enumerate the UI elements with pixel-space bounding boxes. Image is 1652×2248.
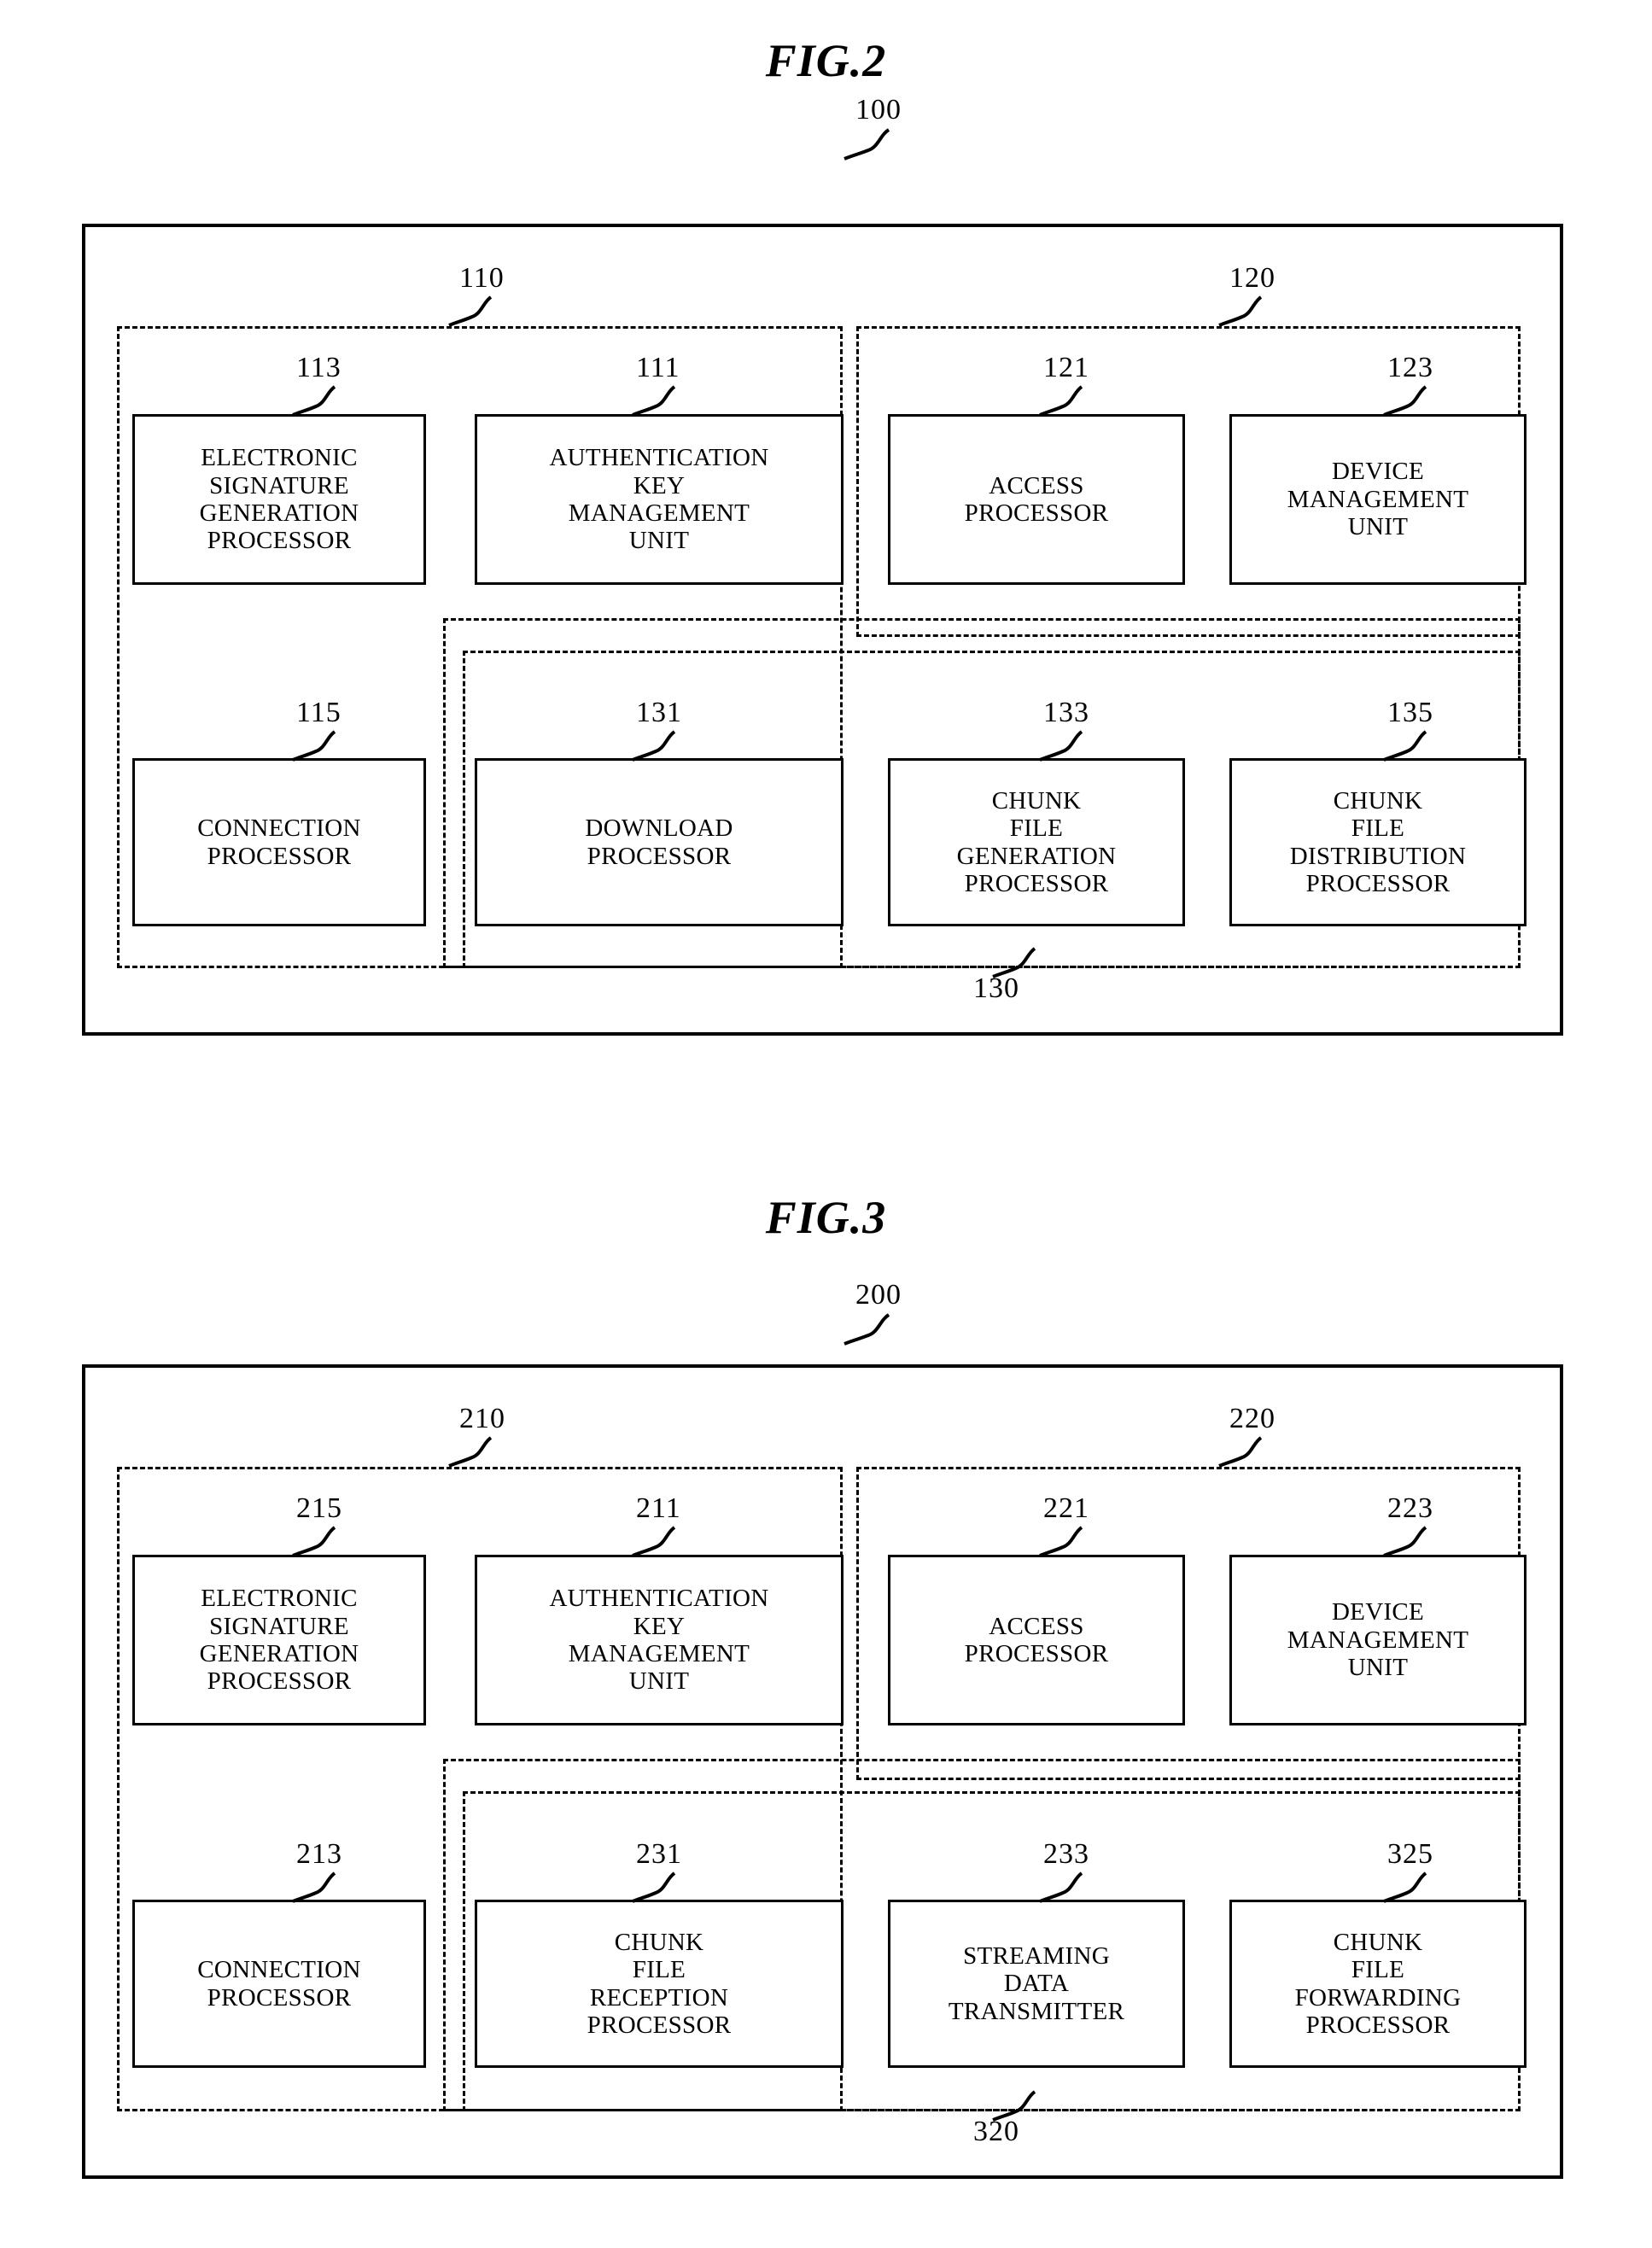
module-221-label: ACCESS PROCESSOR bbox=[964, 1612, 1109, 1667]
module-231-label: CHUNK FILE RECEPTION PROCESSOR bbox=[587, 1928, 732, 2039]
figure-3-title: FIG.3 bbox=[765, 1192, 887, 1243]
module-221[interactable]: ACCESS PROCESSOR bbox=[888, 1555, 1185, 1725]
leader-line-100 bbox=[844, 128, 890, 161]
module-131-label: DOWNLOAD PROCESSOR bbox=[585, 815, 733, 870]
ref-numeral-111: 111 bbox=[636, 352, 680, 383]
leader-line-200 bbox=[844, 1313, 890, 1346]
ref-numeral-223: 223 bbox=[1387, 1492, 1433, 1524]
module-213[interactable]: CONNECTION PROCESSOR bbox=[132, 1900, 426, 2068]
module-123-label: DEVICE MANAGEMENT UNIT bbox=[1287, 458, 1469, 541]
module-233[interactable]: STREAMING DATA TRANSMITTER bbox=[888, 1900, 1185, 2068]
module-121[interactable]: ACCESS PROCESSOR bbox=[888, 414, 1185, 585]
ref-numeral-320: 320 bbox=[973, 2116, 1019, 2147]
module-211[interactable]: AUTHENTICATION KEY MANAGEMENT UNIT bbox=[475, 1555, 844, 1725]
module-133[interactable]: CHUNK FILE GENERATION PROCESSOR bbox=[888, 758, 1185, 926]
ref-numeral-110: 110 bbox=[459, 262, 505, 294]
ref-numeral-133: 133 bbox=[1043, 697, 1089, 728]
module-223[interactable]: DEVICE MANAGEMENT UNIT bbox=[1229, 1555, 1526, 1725]
ref-numeral-233: 233 bbox=[1043, 1838, 1089, 1870]
module-115-label: CONNECTION PROCESSOR bbox=[197, 815, 361, 870]
module-111-label: AUTHENTICATION KEY MANAGEMENT UNIT bbox=[549, 444, 769, 555]
module-135-label: CHUNK FILE DISTRIBUTION PROCESSOR bbox=[1289, 786, 1467, 897]
ref-numeral-130: 130 bbox=[973, 972, 1019, 1004]
ref-numeral-215: 215 bbox=[296, 1492, 342, 1524]
module-233-label: STREAMING DATA TRANSMITTER bbox=[948, 1941, 1125, 2025]
ref-numeral-121: 121 bbox=[1043, 352, 1089, 383]
module-111[interactable]: AUTHENTICATION KEY MANAGEMENT UNIT bbox=[475, 414, 844, 585]
ref-numeral-211: 211 bbox=[636, 1492, 681, 1524]
ref-numeral-123: 123 bbox=[1387, 352, 1433, 383]
ref-numeral-231: 231 bbox=[636, 1838, 682, 1870]
ref-numeral-120: 120 bbox=[1229, 262, 1275, 294]
ref-numeral-113: 113 bbox=[296, 352, 341, 383]
ref-numeral-100: 100 bbox=[855, 94, 902, 126]
module-135[interactable]: CHUNK FILE DISTRIBUTION PROCESSOR bbox=[1229, 758, 1526, 926]
module-211-label: AUTHENTICATION KEY MANAGEMENT UNIT bbox=[549, 1585, 769, 1696]
ref-numeral-131: 131 bbox=[636, 697, 682, 728]
ref-numeral-213: 213 bbox=[296, 1838, 342, 1870]
module-325-label: CHUNK FILE FORWARDING PROCESSOR bbox=[1294, 1928, 1462, 2039]
module-113-label: ELECTRONIC SIGNATURE GENERATION PROCESSO… bbox=[199, 444, 359, 555]
module-131[interactable]: DOWNLOAD PROCESSOR bbox=[475, 758, 844, 926]
ref-numeral-221: 221 bbox=[1043, 1492, 1089, 1524]
figure-2-title: FIG.2 bbox=[765, 35, 887, 86]
ref-numeral-115: 115 bbox=[296, 697, 341, 728]
ref-numeral-220: 220 bbox=[1229, 1403, 1275, 1434]
ref-numeral-325: 325 bbox=[1387, 1838, 1433, 1870]
module-123[interactable]: DEVICE MANAGEMENT UNIT bbox=[1229, 414, 1526, 585]
module-133-label: CHUNK FILE GENERATION PROCESSOR bbox=[956, 786, 1117, 897]
ref-numeral-135: 135 bbox=[1387, 697, 1433, 728]
module-121-label: ACCESS PROCESSOR bbox=[964, 471, 1109, 527]
module-215[interactable]: ELECTRONIC SIGNATURE GENERATION PROCESSO… bbox=[132, 1555, 426, 1725]
module-223-label: DEVICE MANAGEMENT UNIT bbox=[1287, 1598, 1469, 1682]
ref-numeral-210: 210 bbox=[459, 1403, 505, 1434]
module-215-label: ELECTRONIC SIGNATURE GENERATION PROCESSO… bbox=[199, 1585, 359, 1696]
module-213-label: CONNECTION PROCESSOR bbox=[197, 1956, 361, 2012]
module-113[interactable]: ELECTRONIC SIGNATURE GENERATION PROCESSO… bbox=[132, 414, 426, 585]
module-325[interactable]: CHUNK FILE FORWARDING PROCESSOR bbox=[1229, 1900, 1526, 2068]
module-231[interactable]: CHUNK FILE RECEPTION PROCESSOR bbox=[475, 1900, 844, 2068]
ref-numeral-200: 200 bbox=[855, 1279, 902, 1311]
module-115[interactable]: CONNECTION PROCESSOR bbox=[132, 758, 426, 926]
